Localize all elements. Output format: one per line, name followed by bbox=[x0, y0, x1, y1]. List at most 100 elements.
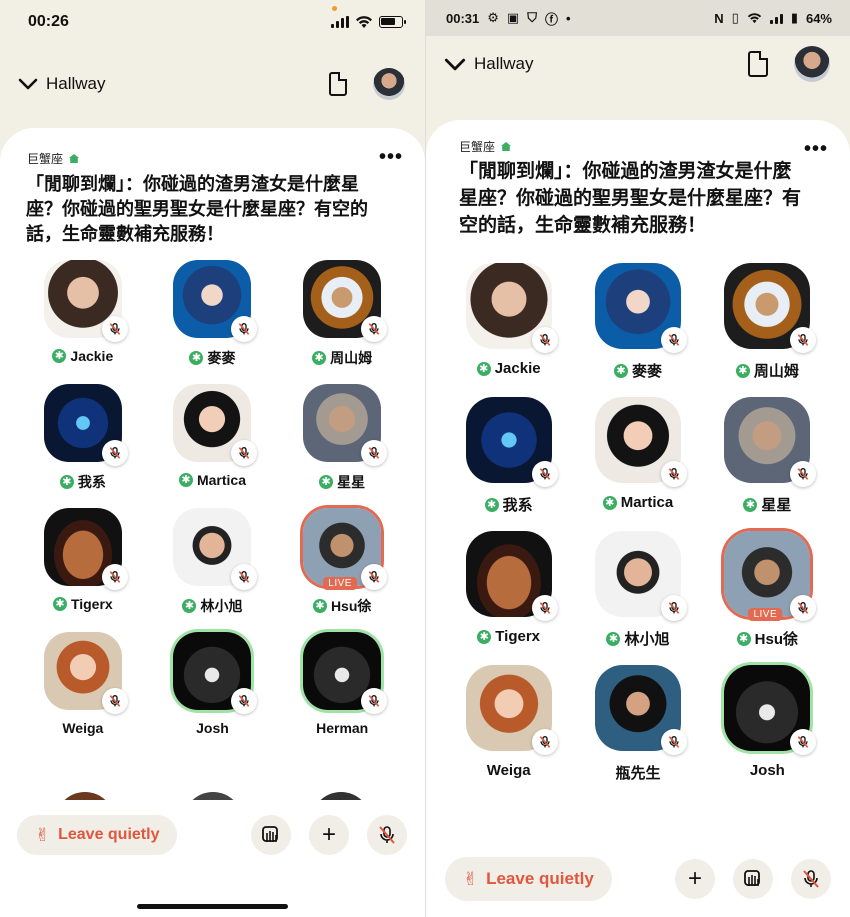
speaker-tile[interactable]: Weiga bbox=[18, 632, 148, 736]
speaker-name-row: ✱ Tigerx bbox=[52, 596, 113, 612]
speaker-tile[interactable]: ✱ 星星 bbox=[703, 397, 832, 515]
speaker-name-row: ✱ Hsu徐 bbox=[736, 628, 798, 649]
nfc-icon: N bbox=[714, 10, 724, 26]
add-button[interactable]: + bbox=[309, 815, 349, 855]
facebook-icon: ⓕ bbox=[544, 11, 558, 27]
mic-toggle-button[interactable] bbox=[367, 815, 407, 855]
moderator-badge-icon: ✱ bbox=[743, 497, 758, 512]
leave-quietly-button[interactable]: ✌ Leave quietly bbox=[445, 857, 612, 901]
hand-raise-icon bbox=[744, 870, 760, 886]
profile-avatar[interactable] bbox=[794, 46, 830, 82]
speaker-name: Jackie bbox=[494, 360, 541, 377]
muted-mic-icon bbox=[101, 440, 128, 466]
chevron-down-icon bbox=[18, 78, 38, 90]
speaker-name-row: ✱ Martica bbox=[178, 472, 246, 488]
speaker-name-row: ✱ 麥麥 bbox=[189, 348, 235, 368]
room-card: 巨蟹座 ••• 「閒聊到爛」：你碰過的渣男渣女是什麼星座？你碰過的聖男聖女是什麼… bbox=[0, 128, 425, 917]
muted-mic-icon bbox=[231, 688, 258, 714]
moderator-badge-icon: ✱ bbox=[476, 361, 491, 376]
avatar-container bbox=[43, 384, 128, 466]
add-button[interactable]: + bbox=[675, 859, 715, 899]
more-options-icon[interactable]: ••• bbox=[804, 138, 828, 161]
speaker-name: 星星 bbox=[761, 497, 792, 514]
speaker-tile[interactable]: ✱ Jackie bbox=[444, 263, 573, 381]
speaker-tile[interactable]: ✱ 周山姆 bbox=[277, 260, 407, 368]
speaker-name-row: ✱ 周山姆 bbox=[735, 360, 799, 381]
avatar-container bbox=[594, 665, 687, 755]
raise-hand-button[interactable] bbox=[733, 859, 773, 899]
speaker-name: Herman bbox=[316, 720, 369, 736]
action-bar: ✌ Leave quietly + bbox=[0, 815, 425, 855]
speaker-name-row: ✱ Tigerx bbox=[477, 628, 540, 645]
speaker-tile[interactable]: Josh bbox=[703, 665, 832, 783]
battery-icon: ▮ bbox=[790, 10, 798, 25]
battery-percent: 64% bbox=[805, 10, 832, 26]
room-header: Hallway bbox=[426, 36, 850, 92]
muted-mic-icon bbox=[660, 595, 687, 621]
speaker-name-row: ✱ 我系 bbox=[484, 494, 533, 515]
club-tag[interactable]: 巨蟹座 bbox=[459, 138, 512, 155]
speaker-tile[interactable]: LIVE ✱ Hsu徐 bbox=[703, 531, 832, 649]
muted-mic-icon bbox=[531, 729, 558, 755]
wifi-icon bbox=[747, 12, 761, 23]
avatar-container bbox=[724, 665, 817, 755]
club-tag[interactable]: 巨蟹座 bbox=[27, 150, 80, 167]
speaker-tile[interactable]: ✱ 林小旭 bbox=[573, 531, 702, 649]
avatar-container bbox=[465, 531, 558, 621]
avatar-container bbox=[173, 384, 258, 466]
moderator-badge-icon: ✱ bbox=[484, 497, 499, 512]
speaker-name-row: ✱ Jackie bbox=[476, 360, 541, 377]
speaker-tile[interactable]: Weiga bbox=[444, 665, 573, 783]
avatar-container bbox=[303, 632, 388, 714]
mic-toggle-button[interactable] bbox=[791, 859, 831, 899]
document-icon[interactable] bbox=[748, 51, 768, 77]
ios-screen: 00:26 Hallway 巨蟹座 ••• 「閒聊到爛」：你碰過的渣男渣女是什麼… bbox=[0, 0, 425, 917]
moderator-badge-icon: ✱ bbox=[477, 629, 492, 644]
speaker-tile[interactable]: ✱ Tigerx bbox=[444, 531, 573, 649]
speaker-tile[interactable]: 瓶先生 bbox=[573, 665, 702, 783]
speaker-tile[interactable]: ✱ 周山姆 bbox=[703, 263, 832, 381]
live-badge: LIVE bbox=[748, 608, 783, 621]
vibrate-icon: ▯ bbox=[731, 10, 739, 25]
leave-label: Leave quietly bbox=[486, 869, 594, 888]
speaker-tile[interactable]: ✱ 我系 bbox=[18, 384, 148, 492]
clock: 00:26 bbox=[28, 13, 69, 30]
speaker-tile[interactable]: ✱ 麥麥 bbox=[148, 260, 278, 368]
avatar-container bbox=[303, 384, 388, 466]
speaker-name-row: ✱ 周山姆 bbox=[312, 348, 372, 368]
speaker-tile[interactable]: ✱ Martica bbox=[148, 384, 278, 492]
more-options-icon[interactable]: ••• bbox=[379, 146, 403, 169]
speaker-tile[interactable]: LIVE ✱ Hsu徐 bbox=[277, 508, 407, 616]
hallway-button[interactable]: Hallway bbox=[18, 74, 106, 94]
hallway-button[interactable]: Hallway bbox=[444, 54, 534, 74]
speaker-name-row: Josh bbox=[196, 720, 229, 736]
avatar-container bbox=[43, 508, 128, 590]
speaker-tile[interactable]: ✱ 麥麥 bbox=[573, 263, 702, 381]
speaker-name: Tigerx bbox=[70, 596, 113, 612]
speaker-grid: ✱ Jackie ✱ 麥麥 ✱ 周山姆 ✱ 我系 ✱ Martica ✱ 星星 ✱ Tigerx ✱ 林小旭 L… bbox=[18, 260, 407, 736]
document-icon[interactable] bbox=[329, 72, 347, 96]
speaker-tile[interactable]: Josh bbox=[148, 632, 278, 736]
speaker-name: 林小旭 bbox=[624, 631, 670, 648]
muted-mic-icon bbox=[231, 440, 258, 466]
speaker-tile[interactable]: ✱ Jackie bbox=[18, 260, 148, 368]
moderator-badge-icon: ✱ bbox=[189, 351, 204, 365]
shield-icon: ⛉ bbox=[527, 10, 537, 25]
raise-hand-button[interactable] bbox=[251, 815, 291, 855]
moderator-badge-icon: ✱ bbox=[312, 599, 327, 613]
speaker-tile[interactable]: ✱ Tigerx bbox=[18, 508, 148, 616]
leave-quietly-button[interactable]: ✌ Leave quietly bbox=[17, 815, 178, 855]
speaker-tile[interactable]: ✱ 星星 bbox=[277, 384, 407, 492]
speaker-tile[interactable]: ✱ 林小旭 bbox=[148, 508, 278, 616]
speaker-name-row: Weiga bbox=[487, 762, 531, 779]
speaker-tile[interactable]: ✱ 我系 bbox=[444, 397, 573, 515]
speaker-tile[interactable]: Herman bbox=[277, 632, 407, 736]
muted-mic-icon bbox=[531, 327, 558, 353]
avatar-container bbox=[303, 260, 388, 342]
profile-avatar[interactable] bbox=[373, 68, 405, 100]
peace-hand-icon: ✌ bbox=[463, 868, 479, 889]
avatar-container bbox=[43, 260, 128, 342]
muted-mic-icon bbox=[101, 688, 128, 714]
house-icon bbox=[501, 142, 512, 151]
speaker-tile[interactable]: ✱ Martica bbox=[573, 397, 702, 515]
